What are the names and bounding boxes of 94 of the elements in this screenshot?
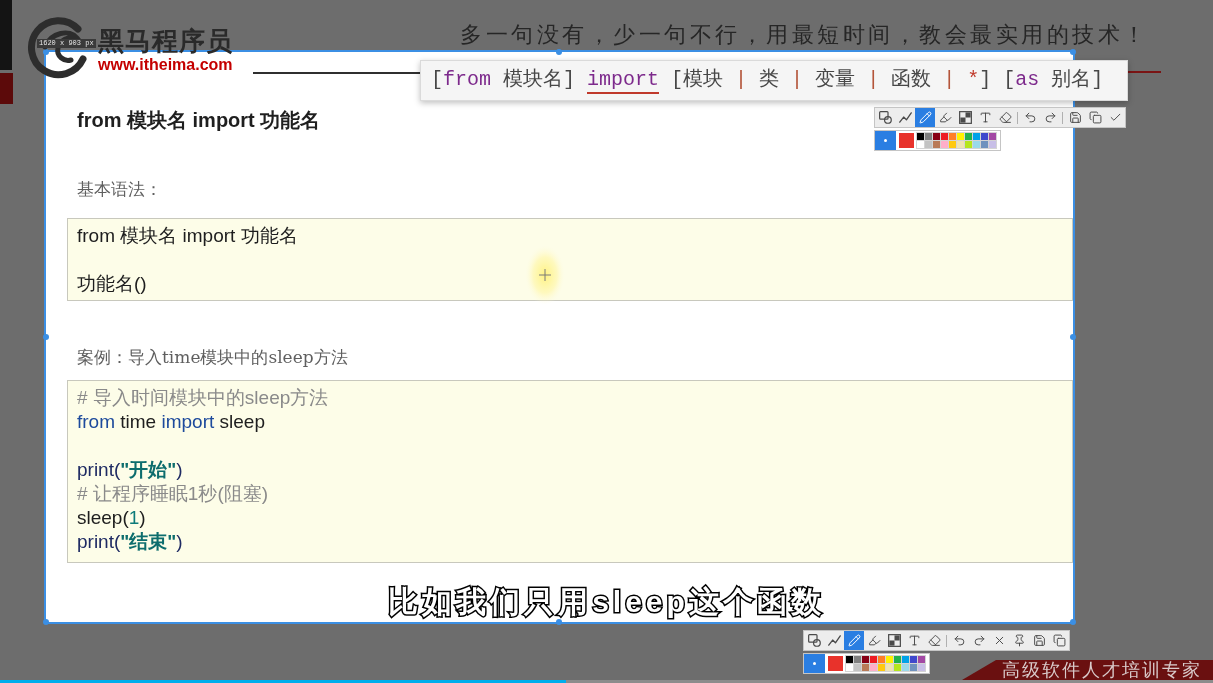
- color-swatch-icon[interactable]: [981, 141, 988, 148]
- color-swatch-icon[interactable]: [886, 656, 893, 663]
- code-line: # 让程序睡眠1秒(阻塞): [77, 482, 269, 506]
- color-swatch-icon[interactable]: [894, 656, 901, 663]
- code-line: print("开始"): [77, 458, 183, 482]
- color-swatch-icon[interactable]: [925, 133, 932, 140]
- text-t-icon: [907, 634, 921, 647]
- code-line: # 导入时间模块中的sleep方法: [77, 386, 329, 410]
- save-icon: [1068, 111, 1082, 124]
- video-progress-track[interactable]: [0, 680, 1213, 683]
- checker-square-icon: [887, 634, 901, 647]
- brand-url: www.itheima.com: [98, 56, 233, 73]
- pin-icon: [1012, 634, 1026, 647]
- dot-icon: [884, 139, 887, 142]
- color-swatch-icon[interactable]: [918, 664, 925, 671]
- color-swatch-icon[interactable]: [878, 664, 885, 671]
- color-swatch-icon[interactable]: [973, 141, 980, 148]
- section-label: 案例：导入time模块中的sleep方法: [77, 346, 348, 369]
- check-icon: [1108, 111, 1122, 124]
- color-swatch-icon[interactable]: [917, 133, 924, 140]
- color-swatch-icon[interactable]: [886, 664, 893, 671]
- pencil-tool-button[interactable]: [915, 108, 935, 127]
- rectangle-ellipse-icon: [807, 634, 821, 647]
- slide-edge-bar: [0, 0, 12, 70]
- dot-icon: [813, 662, 816, 665]
- color-swatch-icon[interactable]: [870, 664, 877, 671]
- color-swatch-icon[interactable]: [965, 141, 972, 148]
- color-swatch-icon[interactable]: [894, 664, 901, 671]
- eraser-icon: [998, 111, 1012, 124]
- slide-tagline: 多一句没有，少一句不行，用最短时间，教会最实用的技术！: [460, 22, 1149, 48]
- color-swatch-icon[interactable]: [917, 141, 924, 148]
- color-swatch-icon[interactable]: [941, 141, 948, 148]
- color-swatch-icon[interactable]: [989, 141, 996, 148]
- color-swatch-icon[interactable]: [854, 664, 861, 671]
- resize-handle[interactable]: [43, 334, 49, 340]
- color-swatch-icon[interactable]: [918, 656, 925, 663]
- zigzag-line-icon: [827, 634, 841, 647]
- slide-corner-accent: [0, 73, 13, 104]
- resize-handle[interactable]: [43, 49, 49, 55]
- color-swatch-icon[interactable]: [957, 141, 964, 148]
- checker-square-icon: [958, 111, 972, 124]
- color-swatch-icon[interactable]: [933, 141, 940, 148]
- pencil-icon: [918, 111, 932, 124]
- color-swatch-icon[interactable]: [910, 656, 917, 663]
- resize-handle[interactable]: [43, 619, 49, 625]
- color-swatch-icon[interactable]: [902, 664, 909, 671]
- resize-handle[interactable]: [556, 619, 562, 625]
- resize-handle[interactable]: [1070, 334, 1076, 340]
- code-line: sleep(1): [77, 506, 146, 530]
- code-line: from 模块名 import 功能名: [77, 224, 298, 248]
- eraser-icon: [927, 634, 941, 647]
- color-swatch-icon[interactable]: [949, 133, 956, 140]
- color-swatch-icon[interactable]: [854, 656, 861, 663]
- color-swatch-icon[interactable]: [949, 141, 956, 148]
- undo-icon: [952, 634, 966, 647]
- redo-icon: [972, 634, 986, 647]
- slogan-banner: 高级软件人才培训专家: [962, 660, 1213, 680]
- copy-icon: [1052, 634, 1066, 647]
- color-swatch-icon[interactable]: [989, 133, 996, 140]
- color-swatch-icon[interactable]: [925, 141, 932, 148]
- color-swatch-icon[interactable]: [910, 664, 917, 671]
- color-swatch-icon[interactable]: [965, 133, 972, 140]
- section-label: 基本语法：: [77, 178, 162, 201]
- color-swatch-icon[interactable]: [846, 664, 853, 671]
- color-swatch-icon[interactable]: [870, 656, 877, 663]
- pencil-tool-button[interactable]: [844, 631, 864, 650]
- resize-handle[interactable]: [556, 49, 562, 55]
- redo-icon: [1043, 111, 1057, 124]
- color-swatch-icon[interactable]: [862, 664, 869, 671]
- color-swatch-icon[interactable]: [878, 656, 885, 663]
- color-swatch-icon[interactable]: [941, 133, 948, 140]
- zigzag-line-icon: [898, 111, 912, 124]
- color-swatch-icon[interactable]: [933, 133, 940, 140]
- color-swatch-icon[interactable]: [981, 133, 988, 140]
- highlighter-icon: [938, 111, 952, 124]
- text-t-icon: [978, 111, 992, 124]
- subtitle-caption: 比如我们只用sleep这个函数: [388, 585, 825, 619]
- code-line: from time import sleep: [77, 410, 265, 434]
- color-swatch-icon[interactable]: [973, 133, 980, 140]
- code-line: 功能名(): [77, 272, 147, 296]
- copy-icon: [1088, 111, 1102, 124]
- pencil-icon: [847, 634, 861, 647]
- code-line: print("结束"): [77, 530, 183, 554]
- resize-handle[interactable]: [1070, 49, 1076, 55]
- save-icon: [1032, 634, 1046, 647]
- undo-icon: [1023, 111, 1037, 124]
- rectangle-ellipse-icon: [878, 111, 892, 124]
- resize-handle[interactable]: [1070, 619, 1076, 625]
- color-swatch-icon[interactable]: [902, 656, 909, 663]
- slide-title: from 模块名 import 功能名: [77, 108, 321, 133]
- color-swatch-icon[interactable]: [862, 656, 869, 663]
- color-swatch-icon[interactable]: [957, 133, 964, 140]
- color-swatch-icon[interactable]: [846, 656, 853, 663]
- highlighter-icon: [867, 634, 881, 647]
